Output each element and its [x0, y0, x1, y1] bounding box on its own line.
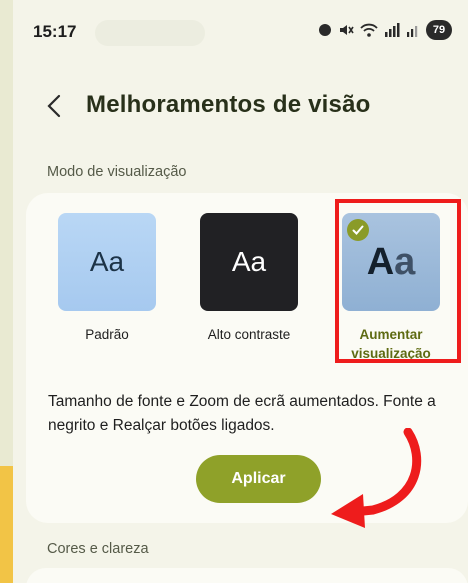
- page-title: Melhoramentos de visão: [86, 91, 371, 118]
- status-pill: [95, 20, 205, 46]
- mode-tile-high-contrast[interactable]: Aa: [200, 213, 298, 311]
- signal-icon: [385, 23, 400, 37]
- mode-tile-standard[interactable]: Aa: [58, 213, 156, 311]
- mode-option-high-contrast[interactable]: Aa Alto contraste: [194, 213, 304, 344]
- status-bar: 15:17 79: [13, 0, 468, 62]
- highlight-box: [335, 199, 461, 363]
- colors-card: [26, 568, 468, 583]
- chevron-left-icon[interactable]: [41, 92, 69, 120]
- battery-icon: 79: [426, 20, 452, 40]
- mode-label-standard: Padrão: [85, 327, 129, 342]
- header: Melhoramentos de visão: [13, 86, 468, 126]
- section-label-view-mode: Modo de visualização: [47, 164, 187, 180]
- apply-button[interactable]: Aplicar: [196, 455, 321, 503]
- wifi-icon: [360, 23, 378, 37]
- status-time: 15:17: [33, 22, 77, 41]
- dot-icon: [319, 24, 331, 36]
- section-label-colors: Cores e clareza: [47, 541, 149, 557]
- tile-text: Aa: [89, 246, 125, 277]
- mode-label-high-contrast: Alto contraste: [207, 327, 291, 342]
- mode-option-standard[interactable]: Aa Padrão: [52, 213, 162, 344]
- status-icons: 79: [318, 20, 452, 40]
- tile-text: Aa: [231, 246, 267, 277]
- pointer-arrow-icon: [331, 428, 422, 528]
- mute-icon: [340, 25, 354, 35]
- signal-icon-2: [407, 26, 418, 37]
- phone-screen: 15:17 79 Melhoramentos de visão Modo de …: [13, 0, 468, 583]
